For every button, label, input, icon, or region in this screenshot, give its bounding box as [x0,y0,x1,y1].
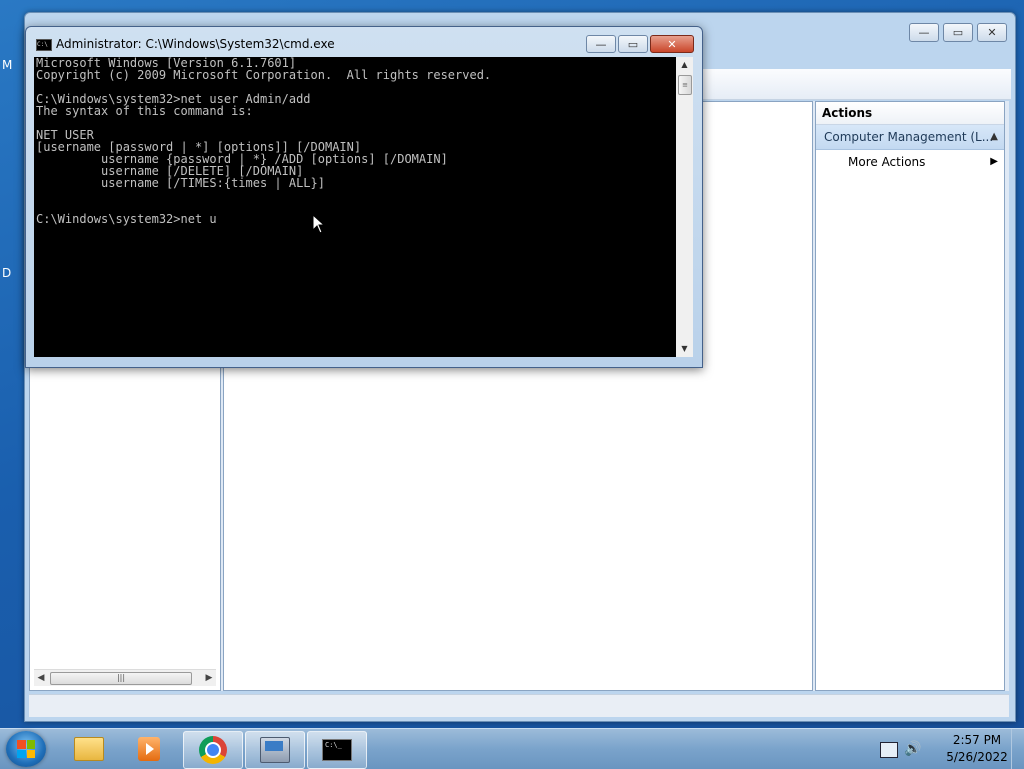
desktop-icon-label-fragment[interactable]: D [2,266,11,280]
taskbar-explorer[interactable] [60,731,118,767]
cmd-app-icon[interactable]: C:\ [36,39,52,51]
submenu-arrow-icon: ▶ [990,156,998,167]
media-player-icon [138,737,160,761]
taskbar: C:\_ 🔊 2:57 PM 5/26/2022 [0,728,1024,769]
console-line: username [/TIMES:{times | ALL}] [36,176,325,190]
chrome-icon [199,736,227,764]
scroll-right-icon[interactable]: ▶ [202,670,216,686]
minimize-button[interactable]: — [586,35,616,53]
taskbar-computer-management[interactable] [245,731,305,769]
vertical-scrollbar[interactable]: ▲ ≡ ▼ [676,57,693,357]
network-icon[interactable] [880,742,898,758]
show-desktop-button[interactable] [1011,729,1024,769]
actions-title: Actions [816,102,1004,125]
command-input-line[interactable]: C:\Windows\system32>net u [34,213,676,225]
actions-group-header[interactable]: Computer Management (L... ▲ [816,125,1004,150]
close-button[interactable]: ✕ [650,35,694,53]
status-bar [29,694,1009,717]
window-controls: — ▭ ✕ [586,35,694,53]
maximize-button[interactable]: ▭ [618,35,648,53]
console-line: The syntax of this command is: [36,104,253,118]
windows-logo-icon [17,740,35,758]
title-bar[interactable]: C:\ Administrator: C:\Windows\System32\c… [26,27,702,57]
minimize-button[interactable]: — [909,23,939,42]
console-line: Copyright (c) 2009 Microsoft Corporation… [36,68,492,82]
start-button[interactable] [6,731,46,767]
more-actions-label: More Actions [848,155,926,169]
scroll-left-icon[interactable]: ◀ [34,670,48,686]
actions-group-label: Computer Management (L... [824,130,994,144]
maximize-button[interactable]: ▭ [943,23,973,42]
command-prompt-window[interactable]: C:\ Administrator: C:\Windows\System32\c… [25,26,703,368]
clock-time[interactable]: 2:57 PM [936,733,1018,747]
clock-date[interactable]: 5/26/2022 [936,750,1018,764]
taskbar-chrome[interactable] [183,731,243,769]
folder-icon [74,737,104,761]
scrollbar-thumb[interactable]: ||| [50,672,192,685]
scroll-up-icon[interactable]: ▲ [676,57,693,73]
more-actions-item[interactable]: More Actions ▶ [816,150,1004,174]
window-controls: — ▭ ✕ [909,23,1007,42]
close-button[interactable]: ✕ [977,23,1007,42]
scroll-down-icon[interactable]: ▼ [676,341,693,357]
taskbar-command-prompt[interactable]: C:\_ [307,731,367,769]
computer-management-icon [260,737,290,763]
cmd-icon: C:\_ [322,739,352,761]
taskbar-media-player[interactable] [120,731,178,767]
console-output[interactable]: Microsoft Windows [Version 6.1.7601] Cop… [34,57,676,357]
horizontal-scrollbar[interactable]: ◀ ||| ▶ [34,669,216,686]
collapse-caret-icon[interactable]: ▲ [990,125,998,149]
notification-area: 🔊 2:57 PM 5/26/2022 [874,729,1024,769]
desktop-icon-label-fragment[interactable]: M [2,58,12,72]
mouse-pointer-icon [312,214,326,234]
volume-icon[interactable]: 🔊 [904,741,921,757]
scrollbar-thumb[interactable]: ≡ [678,75,692,95]
window-title: Administrator: C:\Windows\System32\cmd.e… [56,37,335,51]
actions-pane: Actions Computer Management (L... ▲ More… [815,101,1005,691]
